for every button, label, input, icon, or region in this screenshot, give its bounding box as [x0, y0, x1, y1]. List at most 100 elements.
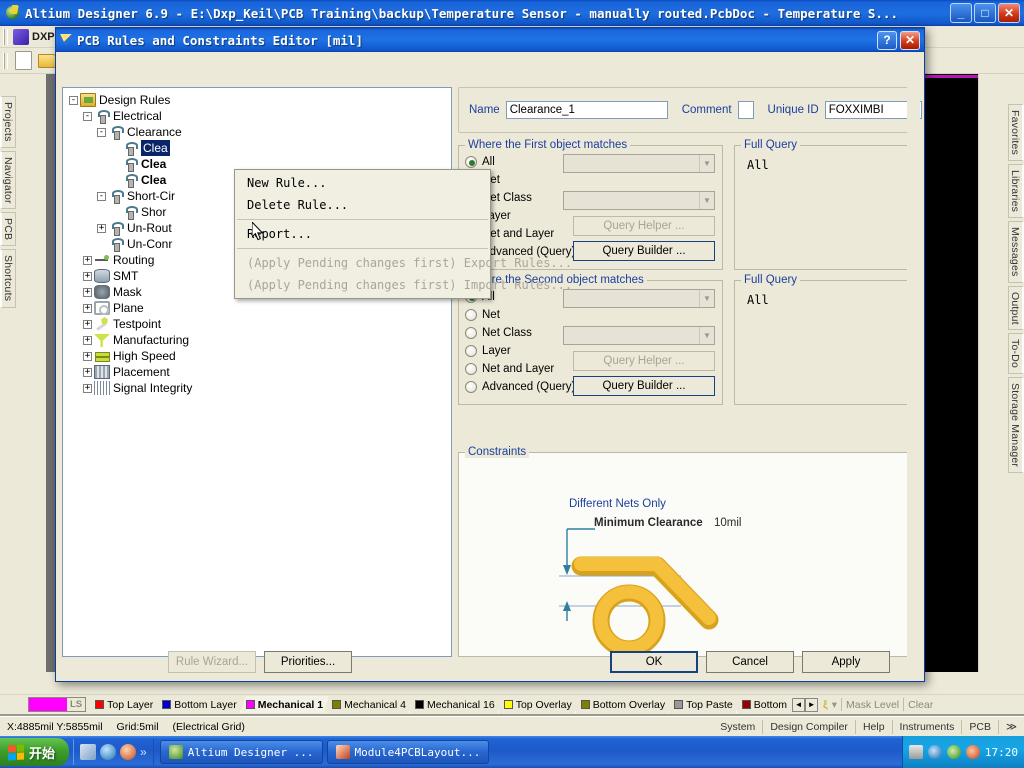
layer-set-chip[interactable]: LS — [28, 697, 87, 712]
first-net-class-combo[interactable]: ▼ — [563, 191, 715, 210]
media-player-icon[interactable] — [120, 744, 137, 760]
panel-tab-navigator[interactable]: Navigator — [0, 150, 16, 210]
dxp-menu-button[interactable]: DXP — [13, 28, 55, 45]
minimize-button[interactable]: _ — [950, 3, 972, 23]
context-menu-item[interactable]: Delete Rule... — [235, 194, 490, 216]
tree-item[interactable]: + Placement — [65, 364, 449, 380]
second-match-radio-net-and-layer[interactable]: Net and Layer — [465, 360, 575, 378]
mask-level-button[interactable]: Mask Level — [846, 699, 899, 711]
expand-icon[interactable]: + — [83, 271, 92, 281]
layer-tab[interactable]: Bottom Layer — [156, 696, 242, 713]
expand-icon[interactable]: + — [83, 303, 92, 313]
collapse-icon[interactable]: - — [97, 127, 106, 137]
apply-button[interactable]: Apply — [802, 651, 890, 673]
status-button-instruments[interactable]: Instruments — [893, 721, 962, 733]
close-button[interactable]: ✕ — [998, 3, 1020, 23]
radio-indicator[interactable] — [465, 345, 477, 357]
second-match-radio-net-class[interactable]: Net Class — [465, 324, 575, 342]
toolbar-grip-2[interactable] — [3, 52, 8, 69]
tree-item[interactable]: - Electrical — [65, 108, 449, 124]
layer-scroll-right-button[interactable]: ► — [805, 697, 819, 712]
first-net-combo[interactable]: ▼ — [563, 154, 715, 173]
tree-item[interactable]: + Manufacturing — [65, 332, 449, 348]
first-full-query-box[interactable]: All — [739, 152, 915, 265]
status-button-design-compiler[interactable]: Design Compiler — [763, 721, 855, 733]
context-menu-item[interactable]: Report... — [235, 223, 490, 245]
layer-tab[interactable]: Top Overlay — [498, 696, 578, 713]
cancel-button[interactable]: Cancel — [706, 651, 794, 673]
taskbar-item[interactable]: Module4PCBLayout... — [326, 740, 490, 764]
rule-comment-input[interactable] — [737, 101, 754, 119]
network-icon[interactable] — [946, 745, 961, 759]
collapse-icon[interactable]: - — [83, 111, 92, 121]
clock[interactable]: 17:20 — [985, 746, 1018, 759]
expand-icon[interactable]: + — [83, 255, 92, 265]
first-query-builder-button[interactable]: Query Builder ... — [573, 241, 715, 261]
expand-icon[interactable]: + — [83, 335, 92, 345]
collapse-icon[interactable]: - — [69, 95, 78, 105]
expand-icon[interactable]: + — [83, 383, 92, 393]
panel-tab-to-do[interactable]: To-Do — [1008, 333, 1024, 375]
layer-tab[interactable]: Top Paste — [668, 696, 739, 713]
second-full-query-box[interactable]: All — [739, 287, 915, 400]
panel-tab-libraries[interactable]: Libraries — [1008, 163, 1024, 219]
panel-tab-favorites[interactable]: Favorites — [1008, 104, 1024, 161]
tree-item[interactable]: + Plane — [65, 300, 449, 316]
start-button[interactable]: 开始 — [0, 738, 70, 766]
context-menu-item[interactable]: New Rule... — [235, 172, 490, 194]
expand-icon[interactable]: + — [83, 351, 92, 361]
browser-icon[interactable] — [100, 744, 117, 760]
dialog-close-button[interactable]: ✕ — [900, 30, 920, 50]
panel-tab-projects[interactable]: Projects — [0, 96, 16, 148]
canvas-vertical-scrollbar[interactable] — [978, 74, 990, 672]
radio-indicator[interactable] — [465, 327, 477, 339]
radio-indicator[interactable] — [465, 309, 477, 321]
second-match-radio-net[interactable]: Net — [465, 306, 575, 324]
tree-item[interactable]: Clea — [65, 140, 449, 156]
tree-item[interactable]: + Testpoint — [65, 316, 449, 332]
panel-tab-storage-manager[interactable]: Storage Manager — [1008, 377, 1024, 474]
expand-icon[interactable]: + — [83, 319, 92, 329]
ok-button[interactable]: OK — [610, 651, 698, 673]
tree-item[interactable]: - Clearance — [65, 124, 449, 140]
status-button-system[interactable]: System — [713, 721, 762, 733]
radio-indicator[interactable] — [465, 156, 477, 168]
priorities-button[interactable]: Priorities... — [264, 651, 352, 673]
status-button-pcb[interactable]: PCB — [962, 721, 998, 733]
tree-item[interactable]: + High Speed — [65, 348, 449, 364]
layer-filter-icon[interactable]: ▾ — [832, 699, 837, 711]
rule-name-input[interactable] — [505, 101, 668, 119]
layer-tab[interactable]: Mechanical 16 — [409, 696, 501, 713]
second-net-class-combo[interactable]: ▼ — [563, 326, 715, 345]
tree-item[interactable]: + Signal Integrity — [65, 380, 449, 396]
radio-indicator[interactable] — [465, 363, 477, 375]
layer-tab[interactable]: Top Layer — [89, 696, 159, 713]
layer-scroll-left-button[interactable]: ◄ — [792, 697, 806, 712]
second-query-builder-button[interactable]: Query Builder ... — [573, 376, 715, 396]
second-match-radio-advanced-query[interactable]: Advanced (Query) — [465, 378, 575, 396]
layer-tab[interactable]: Mechanical 4 — [326, 696, 412, 713]
toolbar-grip[interactable] — [3, 28, 8, 45]
layer-tab[interactable]: Bottom — [736, 696, 793, 713]
second-net-combo[interactable]: ▼ — [563, 289, 715, 308]
panel-tab-pcb[interactable]: PCB — [0, 212, 16, 247]
layer-tab-nav[interactable]: ◄ ► — [792, 697, 819, 712]
dialog-help-button[interactable]: ? — [877, 30, 897, 50]
status-button-help[interactable]: Help — [856, 721, 892, 733]
expand-icon[interactable]: + — [83, 367, 92, 377]
tree-item[interactable]: - Design Rules — [65, 92, 449, 108]
new-document-button[interactable] — [12, 51, 34, 71]
taskbar-item[interactable]: Altium Designer ... — [159, 740, 323, 764]
volume-icon[interactable] — [927, 745, 942, 759]
status-overflow-button[interactable]: ≫ — [999, 721, 1024, 733]
collapse-icon[interactable]: - — [97, 191, 106, 201]
layer-tab[interactable]: Bottom Overlay — [575, 696, 671, 713]
clear-button[interactable]: Clear — [908, 699, 933, 711]
antivirus-icon[interactable] — [965, 745, 980, 759]
dialog-scrollbar[interactable] — [907, 82, 920, 667]
layer-tab[interactable]: Mechanical 1 — [240, 696, 329, 713]
maximize-button[interactable]: □ — [974, 3, 996, 23]
keyboard-layout-icon[interactable] — [908, 745, 923, 759]
second-match-radio-layer[interactable]: Layer — [465, 342, 575, 360]
panel-tab-shortcuts[interactable]: Shortcuts — [0, 249, 16, 308]
